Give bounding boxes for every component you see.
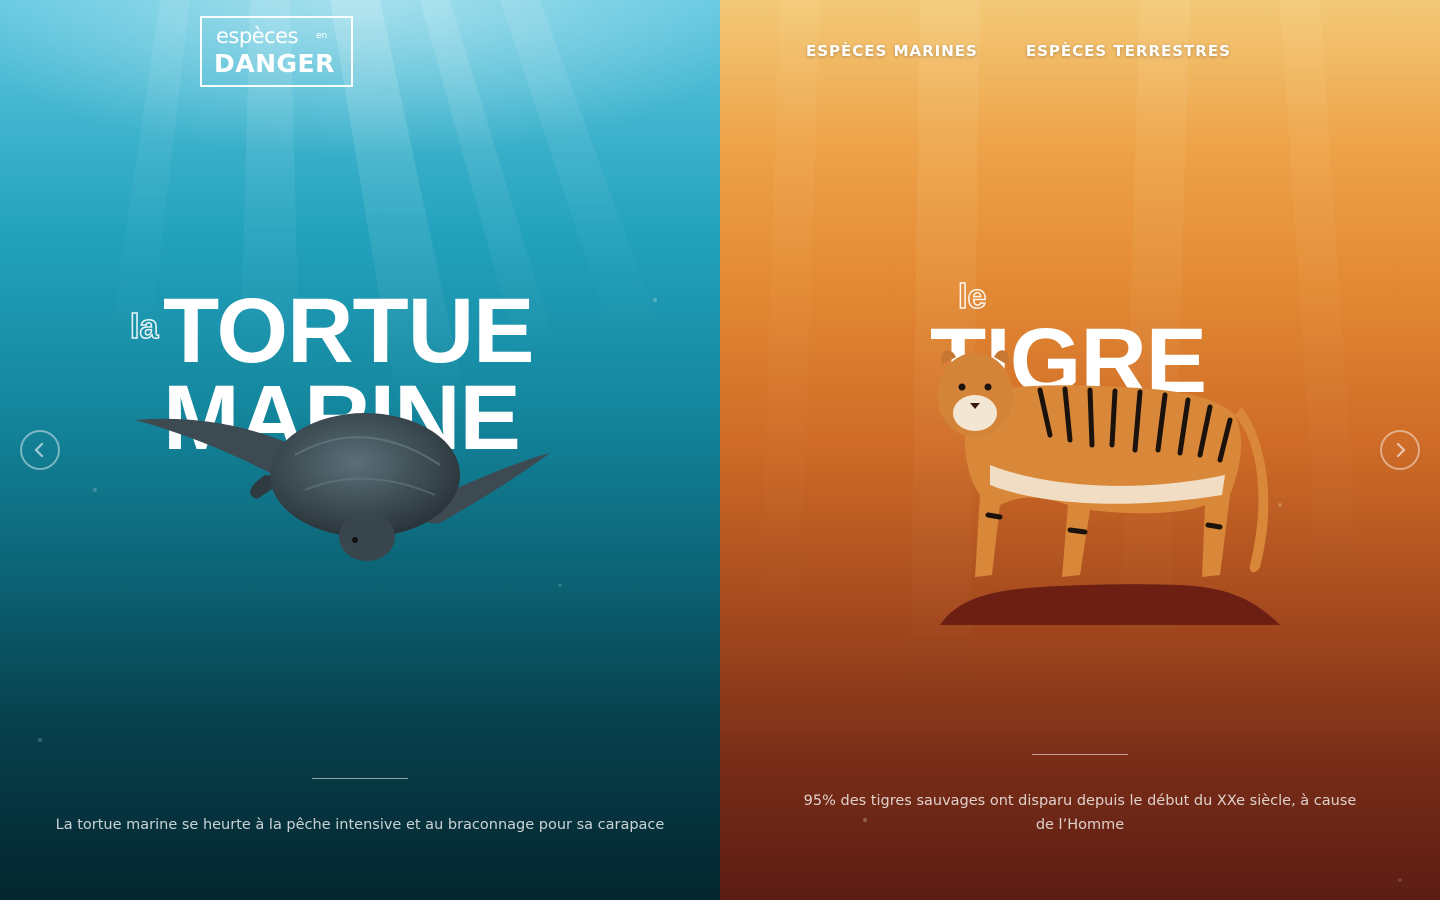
right-divider xyxy=(1032,754,1128,755)
tiger-icon xyxy=(937,350,1280,625)
left-divider xyxy=(312,778,408,779)
right-description: 95% des tigres sauvages ont disparu depu… xyxy=(803,793,1357,833)
title-tortue: TORTUE xyxy=(163,280,535,382)
logo-text-danger: DANGER xyxy=(214,49,335,78)
chevron-right-icon xyxy=(1396,442,1406,458)
site-logo[interactable]: espèces en DANGER xyxy=(200,16,353,87)
terrestrial-species-panel[interactable]: ESPÈCES MARINES ESPÈCES TERRESTRES le TI… xyxy=(720,0,1440,900)
logo-text-en: en xyxy=(316,31,328,41)
main-nav: ESPÈCES MARINES ESPÈCES TERRESTRES xyxy=(806,42,1231,60)
logo-text-especes: espèces xyxy=(216,24,299,48)
left-description: La tortue marine se heurte à la pêche in… xyxy=(55,817,665,833)
prev-slide-button[interactable] xyxy=(20,430,60,470)
nav-especes-marines[interactable]: ESPÈCES MARINES xyxy=(806,42,978,60)
title-article-la: la xyxy=(129,307,159,347)
nav-especes-terrestres[interactable]: ESPÈCES TERRESTRES xyxy=(1026,42,1231,60)
sea-turtle-icon xyxy=(135,413,550,561)
marine-species-panel[interactable]: espèces en DANGER la TORTUE MARINE La to… xyxy=(0,0,720,900)
next-slide-button[interactable] xyxy=(1380,430,1420,470)
chevron-left-icon xyxy=(34,442,44,458)
